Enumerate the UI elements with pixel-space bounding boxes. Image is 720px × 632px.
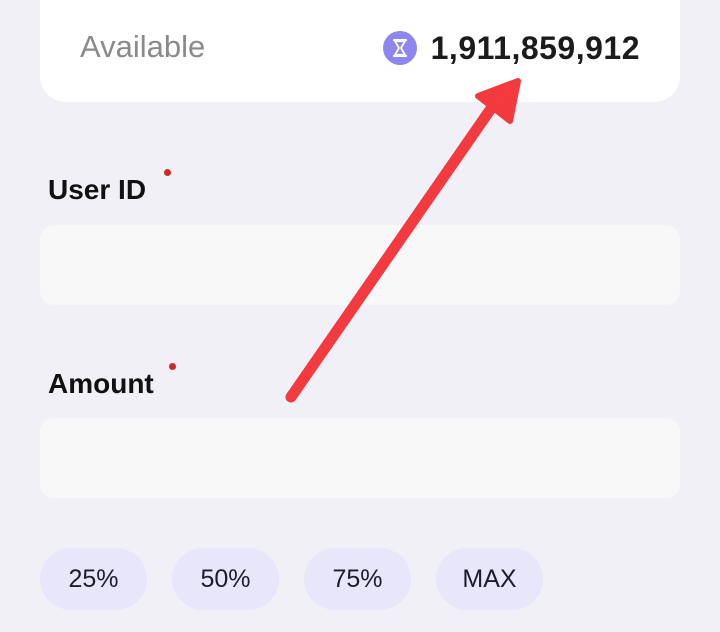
amount-label: Amount bbox=[48, 368, 154, 399]
available-balance-value: 1,911,859,912 bbox=[430, 30, 640, 66]
amount-max-button[interactable]: MAX bbox=[436, 548, 543, 610]
amount-input[interactable] bbox=[40, 418, 680, 498]
amount-required-indicator bbox=[169, 363, 176, 370]
hourglass-icon bbox=[382, 31, 417, 65]
user-id-input[interactable] bbox=[40, 225, 680, 305]
amount-50-percent-button[interactable]: 50% bbox=[172, 548, 279, 610]
available-balance: 1,911,859,912 bbox=[382, 30, 640, 66]
balance-card: Available 1,911,859,912 bbox=[40, 0, 680, 102]
user-id-required-indicator bbox=[164, 169, 171, 176]
amount-25-percent-button[interactable]: 25% bbox=[40, 548, 147, 610]
quick-amount-buttons: 25% 50% 75% MAX bbox=[40, 548, 568, 610]
available-label: Available bbox=[80, 29, 206, 64]
amount-75-percent-button[interactable]: 75% bbox=[304, 548, 411, 610]
user-id-label: User ID bbox=[48, 174, 147, 205]
